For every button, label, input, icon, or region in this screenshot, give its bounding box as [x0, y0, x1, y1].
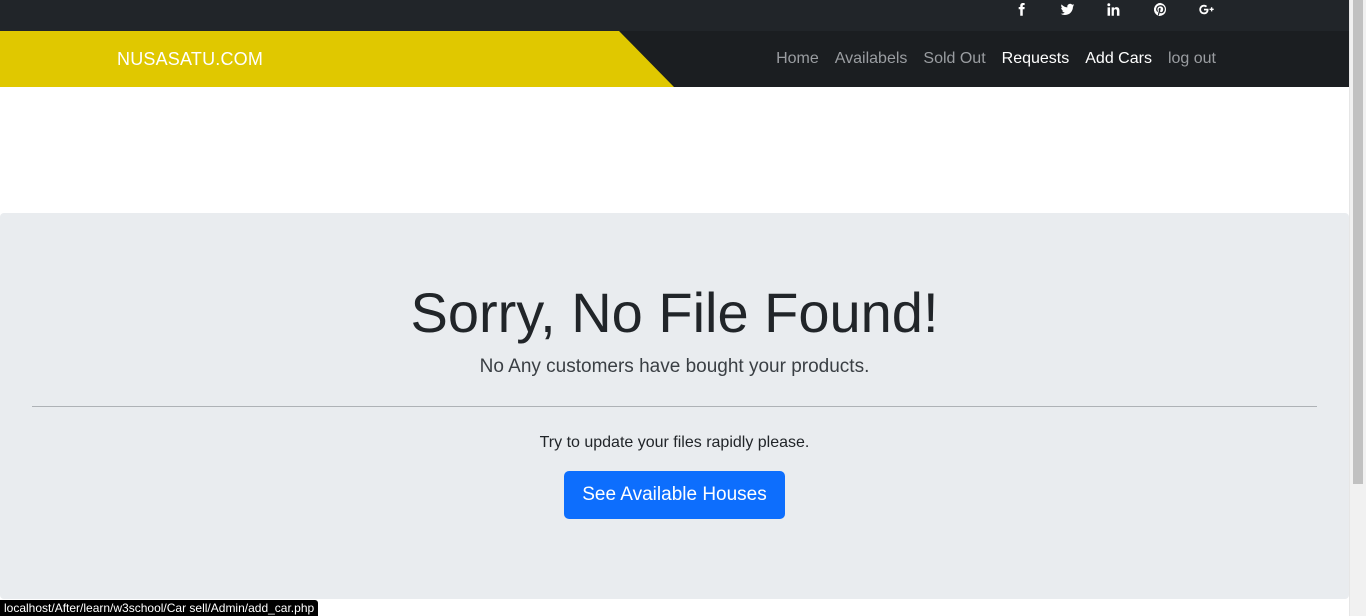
nav-link-availabels[interactable]: Availabels: [827, 50, 916, 68]
nav-link-requests[interactable]: Requests: [994, 50, 1078, 68]
brand-background: [0, 31, 674, 87]
google-plus-icon[interactable]: [1194, 0, 1218, 18]
empty-state-jumbotron: Sorry, No File Found! No Any customers h…: [0, 213, 1349, 599]
linkedin-icon[interactable]: [1101, 0, 1125, 18]
page-scrollbar[interactable]: [1349, 0, 1366, 616]
facebook-icon[interactable]: [1009, 0, 1033, 18]
divider: [32, 406, 1317, 407]
nav-links: Home Availabels Sold Out Requests Add Ca…: [768, 31, 1224, 87]
nav-link-home[interactable]: Home: [768, 50, 827, 68]
nav-link-log-out[interactable]: log out: [1160, 50, 1224, 68]
see-available-houses-button[interactable]: See Available Houses: [564, 471, 785, 519]
nav-link-sold-out[interactable]: Sold Out: [915, 50, 993, 68]
page-title: Sorry, No File Found!: [410, 281, 939, 344]
main-navbar: NUSASATU.COM Home Availabels Sold Out Re…: [0, 31, 1349, 87]
status-bar-url: localhost/After/learn/w3school/Car sell/…: [0, 600, 319, 616]
brand-logo[interactable]: NUSASATU.COM: [117, 49, 263, 70]
lead-text: No Any customers have bought your produc…: [479, 356, 870, 377]
scrollbar-thumb[interactable]: [1353, 0, 1363, 484]
social-bar: [0, 0, 1349, 31]
hint-text: Try to update your files rapidly please.: [539, 434, 810, 451]
twitter-icon[interactable]: [1055, 0, 1079, 18]
nav-link-add-cars[interactable]: Add Cars: [1077, 50, 1160, 68]
pinterest-icon[interactable]: [1148, 0, 1172, 18]
